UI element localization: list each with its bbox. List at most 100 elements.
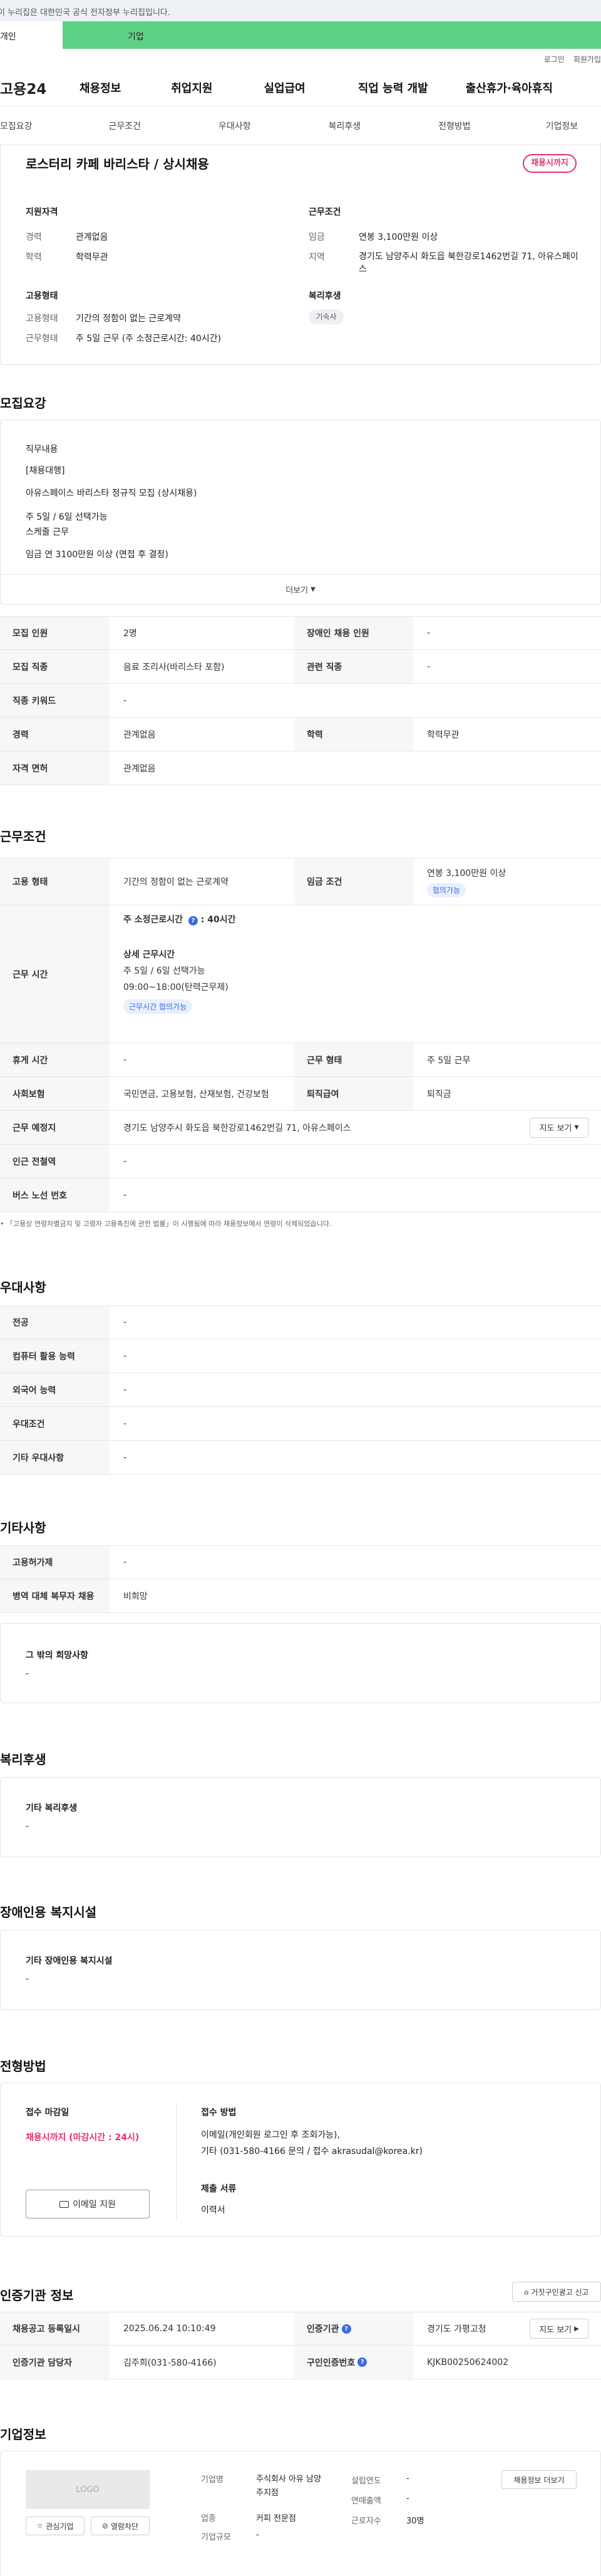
row-value: 퇴직금 bbox=[427, 1089, 451, 1100]
row-value: 관계없음 bbox=[123, 763, 156, 774]
anchor-tab-preference[interactable]: 우대사항 bbox=[218, 120, 251, 132]
qual-title: 지원자격 bbox=[26, 207, 58, 217]
table-row: 컴퓨터 활용 능력 - bbox=[0, 1339, 601, 1373]
logo-text: LOGO bbox=[76, 2485, 100, 2495]
table-row: 채용공고 등록일시 2025.06.24 10:10:49 인증기관 ? 경기도… bbox=[0, 2312, 601, 2346]
login-link[interactable]: 로그인 bbox=[544, 54, 565, 64]
wage-cell: 연봉 3,100만원 이상 협의가능 bbox=[413, 858, 601, 905]
gnb-menu-parental-leave[interactable]: 출산휴가·육아휴직 bbox=[466, 80, 553, 96]
selection-divider bbox=[176, 2102, 177, 2221]
table-row: 고용허가제 - bbox=[0, 1545, 601, 1579]
row-header-label: 인증기관 bbox=[307, 2324, 339, 2334]
cert-map-label: 지도 보기 bbox=[539, 2325, 572, 2335]
anchor-tab-recruit[interactable]: 모집요강 bbox=[0, 120, 33, 132]
report-fake-ad-button[interactable]: ⌂ 거짓구인광고 신고 bbox=[512, 2282, 601, 2302]
welfare-title: 복리후생 bbox=[309, 291, 341, 301]
selection-card: 접수 마감일 채용시까지 (마감시간 : 24시) 이메일 지원 접수 방법 이… bbox=[0, 2083, 601, 2237]
report-label: 거짓구인광고 신고 bbox=[531, 2287, 589, 2297]
site-logo[interactable]: 고용24 bbox=[0, 77, 66, 98]
info-icon[interactable]: ? bbox=[341, 2324, 351, 2334]
hours-total: 주 소정근로시간 ? : 40시간 bbox=[123, 913, 236, 925]
row-value: - bbox=[123, 1156, 127, 1167]
founded-label: 설립연도 bbox=[351, 2476, 381, 2486]
map-cell: 지도 보기 ▼ bbox=[501, 1111, 601, 1144]
row-header: 우대조건 bbox=[0, 1407, 110, 1440]
notice-bullet-icon: • bbox=[0, 1220, 6, 1228]
row-value: 음료 조리사(바리스타 포함) bbox=[123, 662, 225, 672]
row-header: 근무 예정지 bbox=[0, 1111, 110, 1144]
career-label: 경력 bbox=[26, 232, 42, 242]
email-apply-label: 이메일 지원 bbox=[73, 2200, 116, 2210]
docs-title: 제출 서류 bbox=[201, 2184, 237, 2194]
deadline-title: 접수 마감일 bbox=[26, 2108, 69, 2118]
block-button[interactable]: ⊘ 열람차단 bbox=[91, 2517, 150, 2535]
info-icon[interactable]: ? bbox=[357, 2357, 367, 2367]
anchor-tabs: 모집요강 근무조건 우대사항 복리후생 전형방법 기업정보 bbox=[0, 106, 601, 145]
welfare-box-title: 기타 복리후생 bbox=[26, 1803, 78, 1813]
method-line: 이메일(개인회원 로그인 후 조회가능), bbox=[201, 2130, 340, 2140]
other-wishes-title: 그 밖의 희망사항 bbox=[26, 1651, 88, 1661]
row-value: 경기도 가평고청 bbox=[427, 2324, 486, 2334]
facility-card: 기타 장애인용 복지시설 - bbox=[0, 1930, 601, 2010]
more-button[interactable]: 더보기 ▼ bbox=[1, 574, 600, 604]
anchor-tab-conditions[interactable]: 근무조건 bbox=[109, 120, 141, 132]
facility-box-title: 기타 장애인용 복지시설 bbox=[26, 1956, 113, 1966]
chevron-down-icon: ▼ bbox=[311, 586, 316, 593]
info-icon[interactable]: ? bbox=[188, 916, 198, 925]
row-header: 버스 노선 번호 bbox=[0, 1178, 110, 1212]
recruit-section-title: 모집요강 bbox=[0, 396, 46, 411]
method-line: 기타 (031-580-4166 문의 / 접수 akrasudal@korea… bbox=[201, 2146, 423, 2156]
row-value: - bbox=[123, 1418, 127, 1429]
row-value: 관계없음 bbox=[123, 729, 156, 740]
gnb-menu-skill-development[interactable]: 직업 능력 개발 bbox=[358, 80, 428, 96]
table-row: 직종 키워드 - bbox=[0, 684, 601, 718]
mail-icon bbox=[59, 2200, 69, 2208]
company-name: 주식회사 아유 남양주지점 bbox=[256, 2475, 321, 2498]
emp-title: 고용형태 bbox=[26, 291, 58, 301]
duty-card: 직무내용 [채용대행] 아유스페이스 바리스타 정규직 모집 (상시채용) 주 … bbox=[0, 420, 601, 605]
preference-section-title: 우대사항 bbox=[0, 1280, 46, 1295]
wage-value: 연봉 3,100만원 이상 bbox=[359, 232, 438, 242]
etc-section-title: 기타사항 bbox=[0, 1520, 46, 1535]
selection-section-title: 전형방법 bbox=[0, 2059, 46, 2074]
favorite-button[interactable]: ☆ 관심기업 bbox=[26, 2517, 85, 2535]
cert-map-button[interactable]: 지도 보기 ▶ bbox=[530, 2319, 588, 2339]
company-jobs-button[interactable]: 채용정보 더보기 bbox=[501, 2470, 577, 2489]
company-section-title: 기업정보 bbox=[0, 2427, 46, 2442]
anchor-tab-welfare[interactable]: 복리후생 bbox=[329, 120, 361, 132]
gnb-menu-jobs[interactable]: 채용정보 bbox=[80, 80, 121, 96]
duty-line: 스케줄 근무 bbox=[26, 527, 69, 537]
job-title: 로스터리 카페 바리스타 / 상시채용 bbox=[26, 157, 209, 172]
row-value: - bbox=[123, 1317, 127, 1327]
gnb-menu-employment-support[interactable]: 취업지원 bbox=[171, 80, 212, 96]
cond-title: 근무조건 bbox=[309, 207, 341, 217]
welfare-box-value: - bbox=[26, 1821, 29, 1832]
career-value: 관계없음 bbox=[76, 232, 108, 242]
tab-personal[interactable]: 개인 bbox=[0, 21, 63, 49]
join-link[interactable]: 회원가입 bbox=[573, 54, 601, 64]
email-apply-button[interactable]: 이메일 지원 bbox=[26, 2190, 150, 2218]
worktype-value: 주 5일 근무 (주 소정근로시간: 40시간) bbox=[76, 334, 222, 344]
gnb-menu-unemployment-benefit[interactable]: 실업급여 bbox=[264, 80, 306, 96]
hours-chip: 근무시간 협의가능 bbox=[123, 999, 193, 1014]
row-header: 임금 조건 bbox=[294, 858, 413, 905]
report-icon: ⌂ bbox=[524, 2287, 529, 2296]
anchor-tab-selection[interactable]: 전형방법 bbox=[438, 120, 471, 132]
cert-org-header: 인증기관 ? bbox=[294, 2312, 413, 2345]
block-label: 열람차단 bbox=[110, 2522, 139, 2531]
more-label: 더보기 bbox=[285, 586, 309, 595]
duty-line: [채용대행] bbox=[26, 466, 65, 476]
anchor-tab-company[interactable]: 기업정보 bbox=[546, 120, 578, 132]
tab-company[interactable]: 기업 bbox=[63, 21, 601, 49]
row-value: - bbox=[123, 1190, 127, 1200]
welfare-section-title: 복리후생 bbox=[0, 1752, 46, 1767]
map-button[interactable]: 지도 보기 ▼ bbox=[530, 1117, 588, 1138]
row-header: 휴게 시간 bbox=[0, 1043, 110, 1076]
cert-map-cell: 지도 보기 ▶ bbox=[507, 2312, 601, 2345]
row-value: - bbox=[123, 1054, 127, 1065]
staff-label: 근로자수 bbox=[351, 2517, 381, 2526]
age-notice: • 「고용상 연령차별금지 및 고령자 고용촉진에 관한 법률」이 시행됨에 따… bbox=[0, 1218, 331, 1229]
cert-no-header: 구인인증번호 ? bbox=[294, 2346, 413, 2379]
favorite-label: 관심기업 bbox=[46, 2522, 74, 2531]
row-value: 2025.06.24 10:10:49 bbox=[123, 2324, 216, 2334]
